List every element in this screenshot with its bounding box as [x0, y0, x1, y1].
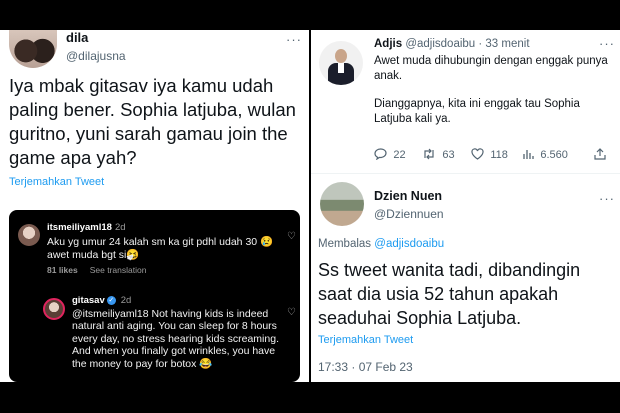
reply-text: @itsmeiliyaml18 Not having kids is indee… [72, 308, 279, 370]
tweet-author-handle[interactable]: @Dziennuen [374, 207, 444, 221]
top-letterbox [0, 0, 620, 30]
reply-icon [374, 147, 390, 161]
views-count: 6.560 [540, 149, 568, 161]
more-options-icon[interactable]: ··· [599, 191, 615, 206]
like-count: 118 [490, 149, 508, 161]
heart-icon: ♡ [287, 231, 296, 242]
tweet-time[interactable]: · 33 menit [478, 38, 529, 50]
tweet-header: Adjis @adjisdoaibu · 33 menit [374, 38, 530, 50]
retweet-count: 63 [442, 149, 455, 161]
tweet-text: Awet muda dihubungin dengan enggak punya… [374, 54, 614, 126]
tweet-divider [311, 173, 620, 174]
commenter-avatar [18, 224, 40, 246]
reply-button[interactable]: 22 [374, 147, 406, 161]
instagram-screenshot: itsmeiliyaml18 2d Aku yg umur 24 kalah sm… [9, 210, 300, 382]
comment-likes: 81 likes [47, 265, 78, 275]
share-icon [594, 147, 606, 161]
reply-header: gitasav ✓ 2d [72, 295, 131, 306]
comment-username: itsmeiliyaml18 [47, 222, 112, 233]
comment-text: Aku yg umur 24 kalah sm ka git pdhl udah… [47, 236, 274, 261]
bottom-letterbox [0, 382, 620, 413]
tweet-text: Ss tweet wanita tadi, dibandingin saat d… [318, 260, 581, 328]
tweet-author-name[interactable]: dila [66, 30, 88, 45]
like-button[interactable]: 118 [471, 147, 508, 161]
left-tweet-panel: dila @dilajusna ··· Iya mbak gitasav iya… [0, 30, 309, 382]
comment-time: 2d [114, 222, 126, 233]
avatar[interactable] [9, 30, 57, 68]
avatar[interactable] [319, 41, 363, 85]
retweet-icon [422, 147, 439, 161]
tweet-text-line: Awet muda dihubungin dengan enggak punya… [374, 55, 608, 82]
more-options-icon[interactable]: ··· [599, 36, 615, 51]
more-options-icon[interactable]: ··· [286, 32, 302, 47]
reply-time: 2d [120, 295, 132, 306]
replying-handle-link[interactable]: @adjisdoaibu [374, 238, 444, 250]
tweet-author-name[interactable]: Adjis [374, 38, 402, 50]
avatar-head [335, 49, 347, 63]
comment-header: itsmeiliyaml18 2d [47, 222, 126, 233]
avatar[interactable] [320, 182, 364, 226]
heart-icon [471, 147, 487, 161]
verified-badge-icon: ✓ [106, 295, 116, 305]
tweet-author-handle[interactable]: @adjisdoaibu [405, 38, 475, 50]
avatar-shirt [338, 63, 344, 73]
heart-icon: ♡ [287, 307, 296, 318]
right-tweet-panel: Adjis @adjisdoaibu · 33 menit ··· Awet m… [311, 30, 620, 382]
reply-avatar [43, 298, 65, 320]
share-button[interactable] [594, 147, 609, 161]
replying-label: Membalas [318, 238, 372, 250]
tweet-text: Iya mbak gitasav iya kamu udah paling be… [9, 75, 296, 168]
tweet-text-line: Dianggapnya, kita ini enggak tau Sophia … [374, 98, 580, 125]
replying-to: Membalas @adjisdoaibu [318, 238, 444, 250]
tweet-author-handle[interactable]: @dilajusna [66, 49, 126, 63]
translate-tweet-link[interactable]: Terjemahkan Tweet [318, 334, 413, 346]
reply-username: gitasav [72, 295, 105, 306]
tweet-timestamp[interactable]: 17:33 · 07 Feb 23 [318, 360, 413, 374]
translate-tweet-link[interactable]: Terjemahkan Tweet [9, 176, 104, 188]
see-translation: See translation [89, 265, 147, 275]
reply-count: 22 [393, 149, 406, 161]
views-icon [522, 147, 537, 161]
retweet-button[interactable]: 63 [422, 147, 455, 161]
views-button[interactable]: 6.560 [522, 147, 568, 161]
tweet-author-name[interactable]: Dzien Nuen [374, 189, 442, 203]
comment-meta: 81 likes See translation [47, 265, 146, 275]
